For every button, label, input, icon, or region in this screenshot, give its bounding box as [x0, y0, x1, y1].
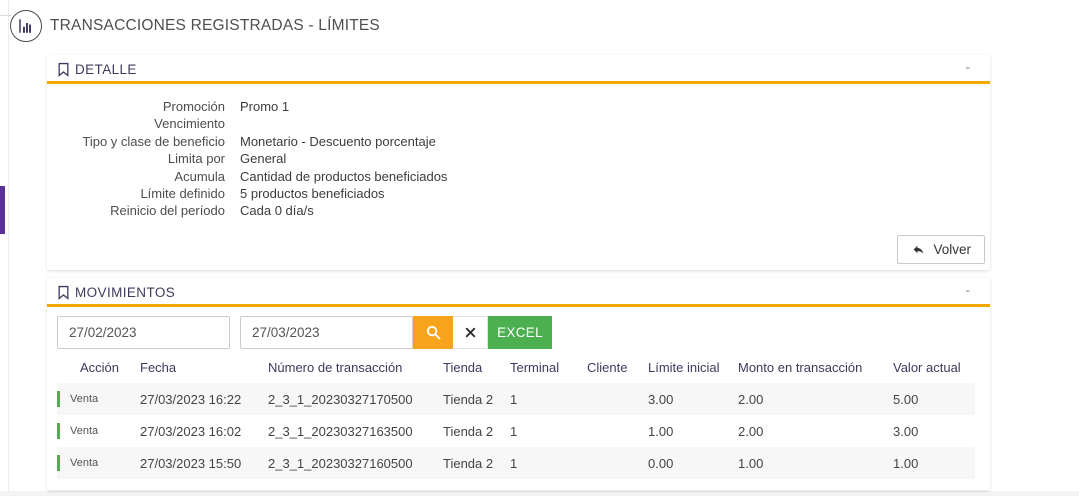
field-value: Promo 1 — [240, 99, 290, 114]
movimientos-table: Acción Fecha Número de transacción Tiend… — [57, 352, 975, 479]
detalle-panel-header: DETALLE - — [47, 55, 990, 84]
terminal-cell: 1 — [510, 391, 518, 407]
row-status-indicator — [57, 455, 60, 471]
volver-button-label: Volver — [933, 242, 971, 257]
field-value: Cada 0 día/s — [240, 203, 314, 219]
column-header-fecha: Fecha — [140, 360, 177, 375]
accion-label: Venta — [70, 457, 99, 469]
valor-actual-cell: 1.00 — [893, 455, 919, 471]
limite-inicial-cell: 0.00 — [648, 455, 674, 471]
excel-export-button[interactable]: EXCEL — [488, 316, 552, 349]
monto-cell: 1.00 — [738, 455, 764, 471]
terminal-cell: 1 — [510, 455, 518, 471]
column-header-accion: Acción — [80, 360, 120, 375]
column-header-limite-inicial: Límite inicial — [648, 360, 720, 375]
limite-inicial-cell: 1.00 — [648, 423, 674, 439]
field-label: Acumula — [174, 168, 225, 184]
column-header-numero: Número de transacción — [268, 360, 403, 375]
bookmark-icon — [57, 62, 70, 77]
field-reinicio-periodo: Reinicio del período Cada 0 día/s — [57, 202, 990, 219]
detalle-collapse-button[interactable]: - — [965, 60, 970, 74]
field-value: Cantidad de productos beneficiados — [240, 168, 448, 184]
monto-cell: 2.00 — [738, 423, 764, 439]
field-label: Límite definido — [140, 186, 225, 202]
limite-inicial-cell: 3.00 — [648, 391, 674, 407]
movimientos-collapse-button[interactable]: - — [965, 283, 970, 297]
movimientos-panel: MOVIMIENTOS - EXCEL Acción Fecha — [47, 278, 990, 490]
table-row: Venta 27/03/2023 16:22 2_3_1_20230327170… — [57, 383, 975, 415]
column-header-cliente: Cliente — [587, 360, 628, 375]
movimientos-panel-header: MOVIMIENTOS - — [47, 278, 990, 307]
field-value: General — [240, 151, 287, 167]
numero-cell: 2_3_1_20230327170500 — [268, 391, 413, 407]
valor-actual-cell: 3.00 — [893, 423, 919, 439]
numero-cell: 2_3_1_20230327163500 — [268, 423, 413, 439]
field-label: Limita por — [167, 151, 225, 167]
row-status-indicator — [57, 423, 60, 439]
field-label: Promoción — [162, 99, 225, 114]
tienda-cell: Tienda 2 — [443, 391, 494, 407]
table-row: Venta 27/03/2023 16:02 2_3_1_20230327163… — [57, 415, 975, 447]
column-header-monto: Monto en transacción — [738, 360, 863, 375]
search-button[interactable] — [413, 316, 453, 349]
column-header-terminal: Terminal — [510, 360, 560, 375]
column-header-tienda: Tienda — [443, 360, 483, 375]
date-to-input[interactable] — [240, 316, 413, 349]
accion-label: Venta — [70, 393, 99, 405]
accion-cell: Venta — [57, 391, 140, 407]
tienda-cell: Tienda 2 — [443, 455, 494, 471]
accion-cell: Venta — [57, 455, 140, 471]
detalle-title: DETALLE — [75, 61, 137, 77]
close-icon — [464, 326, 477, 339]
field-value: 5 productos beneficiados — [240, 186, 385, 202]
bottom-edge-strip — [0, 491, 1079, 496]
row-status-indicator — [57, 391, 60, 407]
filter-row: EXCEL — [57, 316, 552, 349]
monto-cell: 2.00 — [738, 391, 764, 407]
fecha-cell: 27/03/2023 16:02 — [140, 423, 242, 439]
field-promocion: Promoción Promo 1 — [57, 98, 990, 115]
page-title: TRANSACCIONES REGISTRADAS - LÍMITES — [50, 17, 380, 34]
field-limita-por: Limita por General — [57, 150, 990, 167]
accion-cell: Venta — [57, 423, 140, 439]
field-label: Reinicio del período — [110, 203, 225, 219]
sidebar-scroll-indicator — [0, 186, 5, 234]
detalle-fields: Promoción Promo 1 Vencimiento Tipo y cla… — [47, 84, 990, 220]
date-from-input[interactable] — [57, 316, 230, 349]
valor-actual-cell: 5.00 — [893, 391, 919, 407]
bookmark-icon — [57, 285, 70, 300]
fecha-cell: 27/03/2023 16:22 — [140, 391, 242, 407]
movimientos-title: MOVIMIENTOS — [75, 284, 176, 300]
numero-cell: 2_3_1_20230327160500 — [268, 455, 413, 471]
field-vencimiento: Vencimiento — [57, 115, 990, 132]
back-arrow-icon — [911, 243, 926, 256]
clear-button[interactable] — [453, 316, 488, 349]
detalle-panel: DETALLE - Promoción Promo 1 Vencimiento … — [47, 55, 990, 270]
field-value: Monetario - Descuento porcentaje — [240, 133, 436, 149]
column-header-valor-actual: Valor actual — [893, 360, 961, 375]
field-label: Tipo y clase de beneficio — [82, 133, 225, 149]
field-limite-definido: Límite definido 5 productos beneficiados — [57, 185, 990, 202]
field-acumula: Acumula Cantidad de productos beneficiad… — [57, 168, 990, 185]
bar-chart-icon — [10, 10, 42, 42]
left-guide-line — [8, 0, 9, 496]
table-header-row: Acción Fecha Número de transacción Tiend… — [57, 352, 975, 383]
field-tipo-clase-beneficio: Tipo y clase de beneficio Monetario - De… — [57, 133, 990, 150]
fecha-cell: 27/03/2023 15:50 — [140, 455, 242, 471]
page-header: TRANSACCIONES REGISTRADAS - LÍMITES — [10, 10, 380, 42]
accion-label: Venta — [70, 425, 99, 437]
table-row: Venta 27/03/2023 15:50 2_3_1_20230327160… — [57, 447, 975, 479]
tienda-cell: Tienda 2 — [443, 423, 494, 439]
terminal-cell: 1 — [510, 423, 518, 439]
volver-button[interactable]: Volver — [897, 235, 985, 264]
field-label: Vencimiento — [154, 116, 225, 132]
search-icon — [425, 324, 442, 341]
